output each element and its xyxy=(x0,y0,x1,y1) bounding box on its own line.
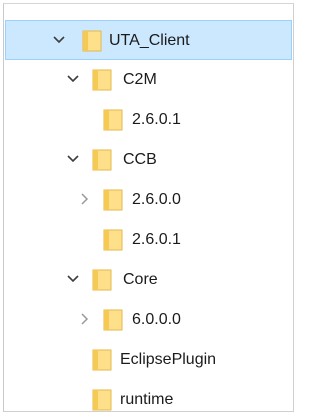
tree-item-label: 6.0.0.0 xyxy=(132,311,181,328)
tree-item-c2m[interactable]: C2M xyxy=(5,60,292,100)
folder-icon xyxy=(103,188,123,212)
folder-icon xyxy=(103,308,123,332)
tree-item-label: EclipsePlugin xyxy=(120,351,217,368)
folder-icon xyxy=(103,228,123,252)
tree-item-label: CCB xyxy=(123,151,157,168)
folder-icon xyxy=(92,148,112,172)
chevron-down-icon[interactable] xyxy=(51,32,67,48)
tree-item-label: UTA_Client xyxy=(109,32,190,49)
folder-icon xyxy=(92,388,112,412)
tree-item-label: 2.6.0.1 xyxy=(132,111,181,128)
tree-item-label: Core xyxy=(123,271,158,288)
folder-icon xyxy=(92,268,112,292)
tree-item-6-0-0-0[interactable]: 6.0.0.0 xyxy=(5,300,292,340)
tree-item-label: 2.6.0.1 xyxy=(132,231,181,248)
chevron-right-icon[interactable] xyxy=(76,191,92,207)
tree-item-eclipseplugin[interactable]: EclipsePlugin xyxy=(5,340,292,380)
tree-item-label: runtime xyxy=(120,391,174,408)
chevron-down-icon[interactable] xyxy=(65,151,81,167)
folder-tree: UTA_Client C2M 2.6.0.1 CCB 2.6.0.0 2.6.0… xyxy=(3,3,294,412)
folder-icon xyxy=(103,108,123,132)
tree-item-2-6-0-1[interactable]: 2.6.0.1 xyxy=(5,100,292,140)
folder-icon xyxy=(92,348,112,372)
tree-item-ccb[interactable]: CCB xyxy=(5,140,292,180)
folder-icon xyxy=(82,29,102,53)
tree-item-2-6-0-1[interactable]: 2.6.0.1 xyxy=(5,220,292,260)
tree-item-label: 2.6.0.0 xyxy=(132,191,181,208)
chevron-right-icon[interactable] xyxy=(76,311,92,327)
tree-item-core[interactable]: Core xyxy=(5,260,292,300)
tree-item-2-6-0-0[interactable]: 2.6.0.0 xyxy=(5,180,292,220)
folder-icon xyxy=(92,68,112,92)
tree-item-runtime[interactable]: runtime xyxy=(5,380,292,420)
tree-item-uta-client[interactable]: UTA_Client xyxy=(5,20,292,60)
chevron-down-icon[interactable] xyxy=(65,271,81,287)
chevron-down-icon[interactable] xyxy=(65,71,81,87)
tree-item-label: C2M xyxy=(123,71,157,88)
